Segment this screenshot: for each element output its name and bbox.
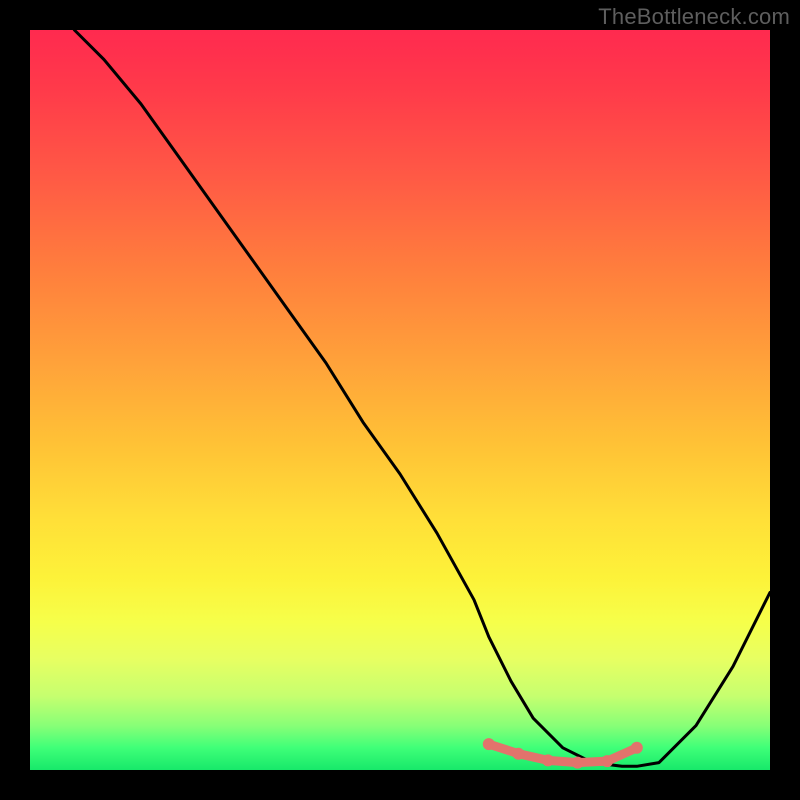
bottleneck-curve bbox=[74, 30, 770, 766]
optimal-range-dot bbox=[542, 754, 554, 766]
optimal-range-dot bbox=[631, 742, 643, 754]
chart-frame: TheBottleneck.com bbox=[0, 0, 800, 800]
optimal-range-dot bbox=[512, 748, 524, 760]
curve-layer bbox=[30, 30, 770, 770]
watermark-text: TheBottleneck.com bbox=[598, 4, 790, 30]
optimal-range-dot bbox=[601, 755, 613, 767]
optimal-range-dot bbox=[483, 738, 495, 750]
optimal-range-dot bbox=[572, 757, 584, 769]
plot-area bbox=[30, 30, 770, 770]
